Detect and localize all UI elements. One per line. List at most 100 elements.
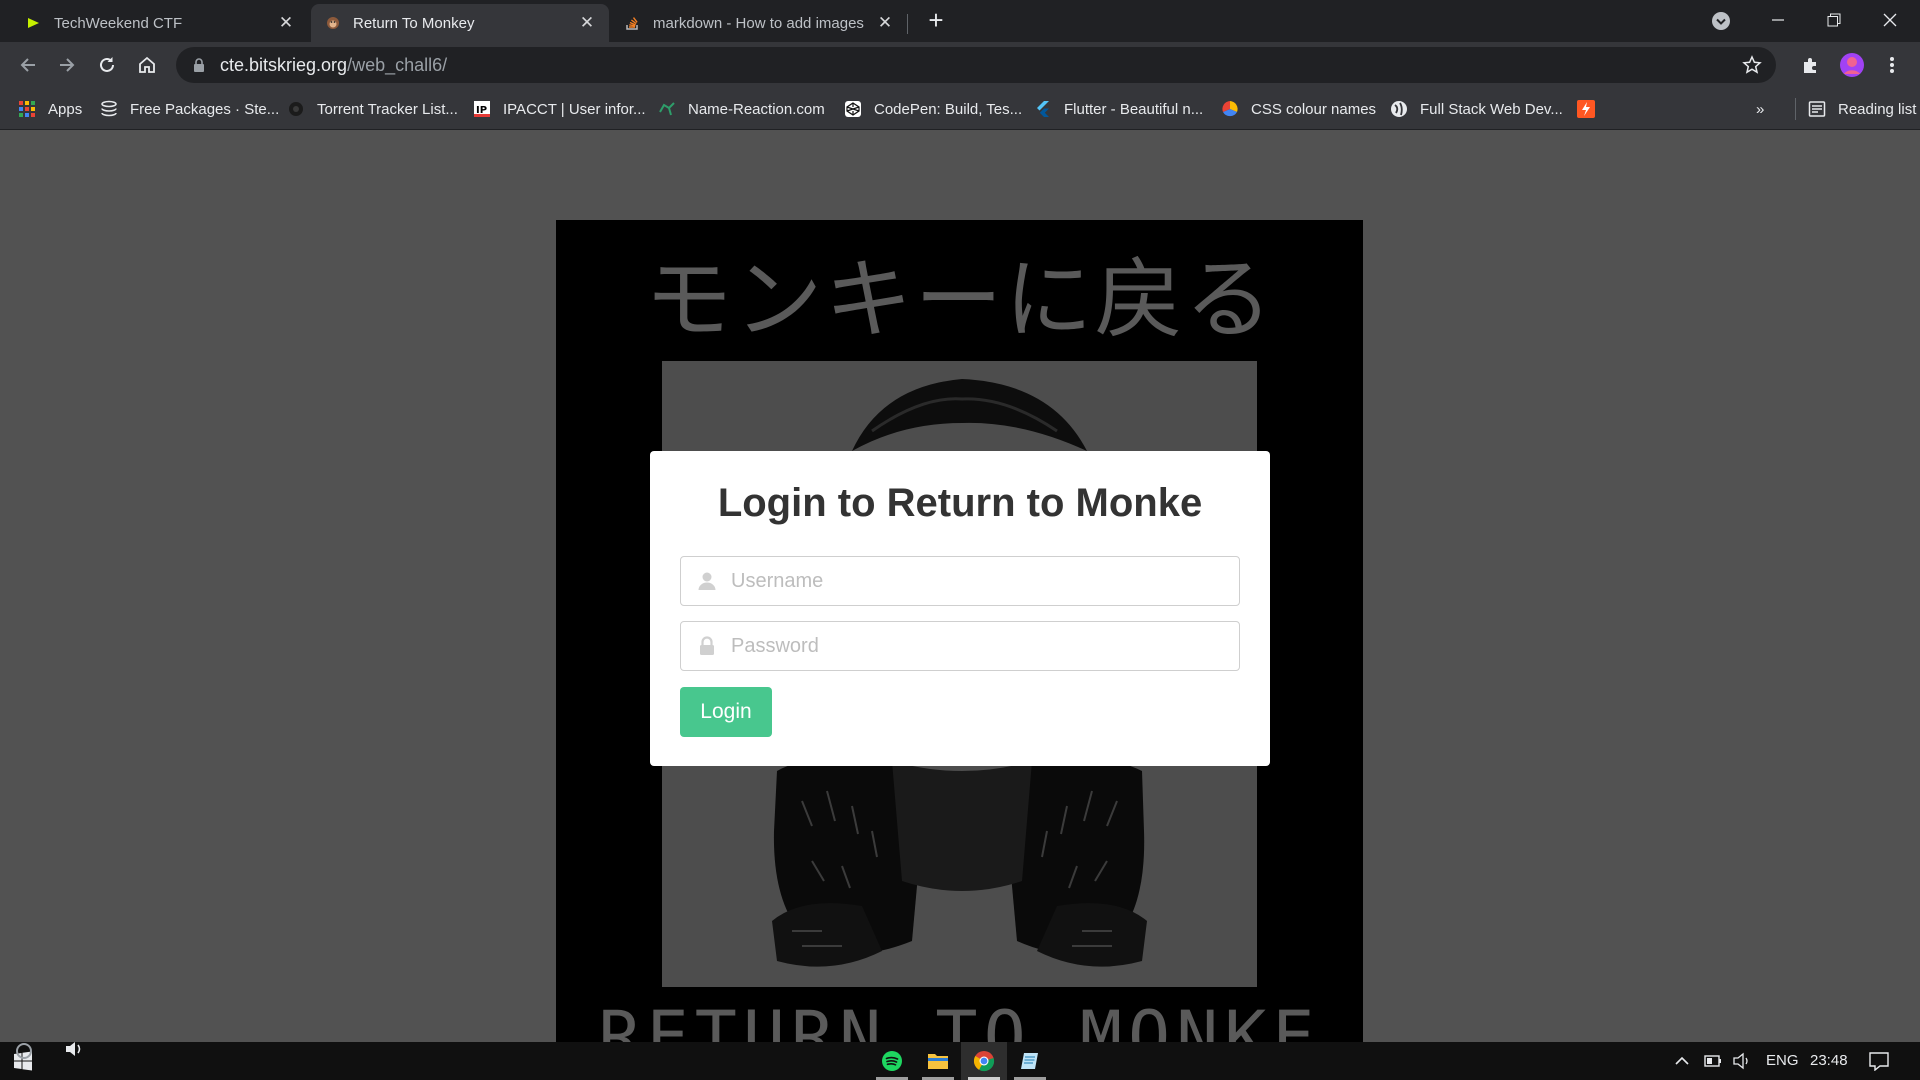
back-button[interactable] bbox=[12, 49, 44, 81]
cortana-button[interactable] bbox=[6, 1036, 42, 1066]
reload-icon bbox=[100, 57, 114, 72]
page-viewport: モンキーに戻る RETURN TO MONKE Login to Return … bbox=[0, 131, 1920, 1042]
reading-list-icon bbox=[1808, 101, 1826, 117]
poster-japanese-title: モンキーに戻る bbox=[644, 248, 1275, 351]
arrow-left-icon bbox=[20, 58, 35, 72]
speaker-icon bbox=[66, 1042, 81, 1056]
close-icon bbox=[1883, 13, 1897, 27]
taskbar-spotify[interactable] bbox=[869, 1042, 915, 1080]
bookmark-unnamed[interactable] bbox=[1577, 96, 1595, 122]
stack-icon bbox=[101, 100, 117, 117]
torrent-icon bbox=[289, 102, 303, 116]
bookmark-ipacct[interactable]: IP IPACCT | User infor... bbox=[473, 96, 646, 122]
login-title: Login to Return to Monke bbox=[717, 481, 1203, 525]
minimize-button[interactable] bbox=[1750, 0, 1806, 40]
bookmark-torrent-tracker[interactable]: Torrent Tracker List... bbox=[287, 96, 458, 122]
username-field[interactable] bbox=[680, 556, 1240, 606]
bookmarks-overflow-button[interactable]: » bbox=[1756, 96, 1764, 122]
restore-icon bbox=[1827, 13, 1841, 27]
lock-icon bbox=[700, 636, 714, 655]
volume-button[interactable] bbox=[52, 1034, 96, 1064]
close-tab-icon[interactable]: ✕ bbox=[579, 14, 595, 31]
close-tab-icon[interactable]: ✕ bbox=[877, 14, 893, 31]
bookmark-apps[interactable]: Apps bbox=[18, 96, 82, 122]
globe-icon bbox=[1391, 101, 1407, 117]
lock-icon[interactable] bbox=[192, 58, 206, 72]
notification-icon[interactable] bbox=[1868, 1051, 1890, 1071]
kebab-menu-icon bbox=[1890, 57, 1894, 73]
codepen-icon bbox=[845, 101, 861, 117]
taskbar-notes[interactable] bbox=[1007, 1042, 1053, 1080]
new-tab-button[interactable]: + bbox=[922, 7, 950, 35]
apps-grid-icon bbox=[19, 101, 35, 117]
tab-separator bbox=[907, 14, 908, 34]
home-button[interactable] bbox=[131, 49, 163, 81]
tab-title: Return To Monkey bbox=[353, 14, 475, 32]
taskbar-chrome[interactable] bbox=[961, 1042, 1007, 1080]
bookmark-name-reaction[interactable]: Name-Reaction.com bbox=[658, 96, 825, 122]
bookmark-label: IPACCT | User infor... bbox=[503, 100, 646, 118]
forward-button[interactable] bbox=[51, 49, 83, 81]
bookmark-codepen[interactable]: CodePen: Build, Tes... bbox=[844, 96, 1022, 122]
spotify-icon bbox=[882, 1051, 902, 1071]
menu-button[interactable] bbox=[1876, 49, 1908, 81]
password-field[interactable] bbox=[680, 621, 1240, 671]
color-wheel-icon bbox=[1222, 101, 1238, 117]
login-modal: Login to Return to Monke Login bbox=[650, 451, 1270, 766]
minimize-icon bbox=[1772, 19, 1784, 21]
monkey-favicon-icon bbox=[327, 17, 339, 29]
tab-return-to-monkey[interactable]: Return To Monkey ✕ bbox=[311, 4, 609, 42]
reading-list-button[interactable]: Reading list bbox=[1795, 96, 1916, 122]
chrome-icon bbox=[973, 1051, 995, 1072]
address-bar[interactable]: cte.bitskrieg.org/web_chall6/ bbox=[176, 47, 1776, 83]
flutter-icon bbox=[1037, 101, 1049, 117]
profile-button[interactable] bbox=[1836, 49, 1868, 81]
language-indicator[interactable]: ENG bbox=[1766, 1052, 1799, 1069]
folder-icon bbox=[928, 1054, 948, 1069]
clock[interactable]: 23:48 bbox=[1810, 1052, 1848, 1069]
password-input[interactable] bbox=[731, 623, 1239, 669]
tab-techweekend[interactable]: TechWeekend CTF ✕ bbox=[12, 4, 308, 42]
user-icon bbox=[698, 572, 716, 590]
bookmarks-bar: Apps Free Packages · Ste... Torrent Trac… bbox=[0, 88, 1920, 130]
avatar bbox=[1840, 53, 1864, 77]
battery-icon[interactable] bbox=[1704, 1054, 1722, 1068]
bookmark-label: Full Stack Web Dev... bbox=[1420, 100, 1563, 118]
chevron-up-icon[interactable] bbox=[1674, 1054, 1690, 1068]
url-host: cte.bitskrieg.org bbox=[220, 54, 348, 75]
close-tab-icon[interactable]: ✕ bbox=[278, 14, 294, 31]
login-button[interactable]: Login bbox=[680, 687, 772, 737]
browser-toolbar: cte.bitskrieg.org/web_chall6/ bbox=[0, 42, 1920, 88]
bookmark-label: Flutter - Beautiful n... bbox=[1064, 100, 1204, 118]
reading-list-label: Reading list bbox=[1838, 100, 1917, 118]
close-window-button[interactable] bbox=[1862, 0, 1918, 40]
extensions-button[interactable] bbox=[1795, 49, 1827, 81]
bookmark-flutter[interactable]: Flutter - Beautiful n... bbox=[1034, 96, 1203, 122]
volume-icon[interactable] bbox=[1732, 1052, 1752, 1070]
cortana-icon bbox=[16, 1043, 32, 1059]
bookmark-full-stack[interactable]: Full Stack Web Dev... bbox=[1390, 96, 1563, 122]
bookmark-free-packages[interactable]: Free Packages · Ste... bbox=[100, 96, 279, 122]
ipacct-icon: IP bbox=[474, 101, 490, 117]
puzzle-icon bbox=[1804, 58, 1816, 73]
reload-button[interactable] bbox=[91, 49, 123, 81]
bookmark-label: Torrent Tracker List... bbox=[317, 100, 458, 118]
tab-title: TechWeekend CTF bbox=[54, 14, 183, 32]
url-text[interactable]: cte.bitskrieg.org/web_chall6/ bbox=[220, 55, 447, 76]
techweekend-favicon-icon bbox=[28, 18, 39, 28]
bookmark-label: Apps bbox=[48, 100, 83, 118]
bookmark-css-colour-names[interactable]: CSS colour names bbox=[1221, 96, 1376, 122]
restore-button[interactable] bbox=[1806, 0, 1862, 40]
arrow-right-icon bbox=[60, 58, 75, 72]
tab-search-icon[interactable] bbox=[1710, 10, 1732, 32]
divider bbox=[1795, 98, 1796, 120]
molecule-icon bbox=[659, 102, 675, 116]
tab-markdown[interactable]: markdown - How to add images ✕ bbox=[611, 4, 907, 42]
bookmark-label: CSS colour names bbox=[1251, 100, 1377, 118]
notes-icon bbox=[1021, 1053, 1038, 1069]
taskbar-file-explorer[interactable] bbox=[915, 1042, 961, 1080]
poster-english-title: RETURN TO MONKE bbox=[598, 996, 1321, 1042]
username-input[interactable] bbox=[731, 558, 1239, 604]
url-path: /web_chall6/ bbox=[347, 54, 448, 75]
bookmark-star-icon[interactable] bbox=[1742, 55, 1762, 75]
